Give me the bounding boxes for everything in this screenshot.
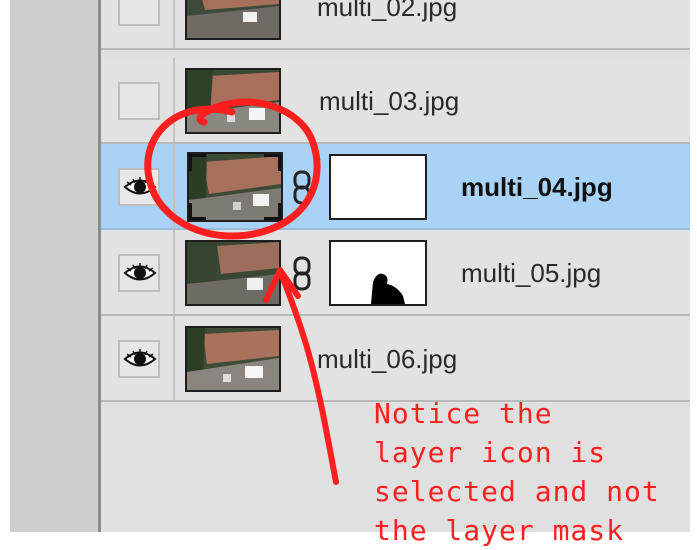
annotation-line: the layer mask — [374, 514, 625, 547]
annotation-arrow-shaft — [279, 273, 339, 485]
annotation-arrow-head — [263, 267, 301, 303]
annotation-circle — [144, 98, 321, 240]
annotation-note: Notice the layer icon is selected and no… — [374, 394, 694, 550]
annotation-line: selected and not — [374, 475, 660, 508]
annotation-line: layer icon is — [374, 436, 607, 469]
annotation-line: Notice the — [374, 397, 553, 430]
